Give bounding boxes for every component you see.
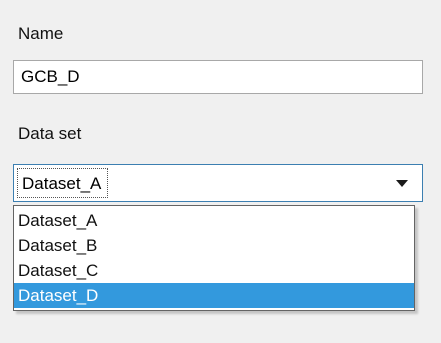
dataset-option[interactable]: Dataset_A (14, 208, 414, 233)
dataset-select[interactable]: Dataset_A (13, 164, 423, 202)
dialog-panel: Name Data set Dataset_A Dataset_A Datase… (0, 0, 441, 343)
dataset-option-selected[interactable]: Dataset_D (14, 283, 414, 308)
dataset-select-value: Dataset_A (17, 168, 109, 198)
name-label: Name (18, 24, 64, 43)
dataset-label: Data set (18, 124, 82, 143)
dataset-option[interactable]: Dataset_B (14, 233, 414, 258)
chevron-down-icon[interactable] (396, 180, 408, 187)
dataset-dropdown-list: Dataset_A Dataset_B Dataset_C Dataset_D (13, 205, 415, 311)
dataset-option[interactable]: Dataset_C (14, 258, 414, 283)
name-field[interactable] (13, 60, 423, 94)
